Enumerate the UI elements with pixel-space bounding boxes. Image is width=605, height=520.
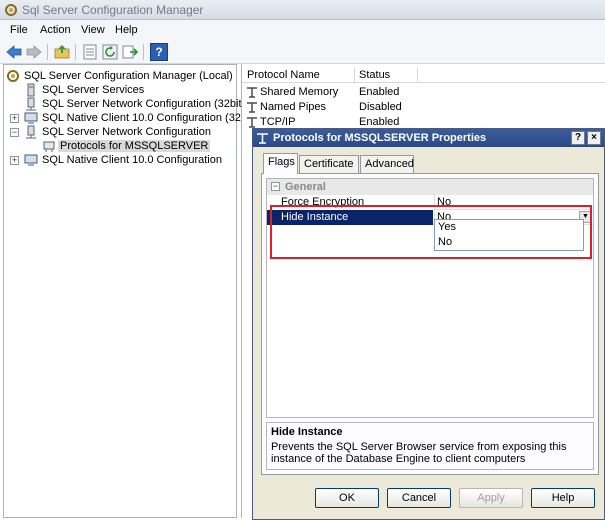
window-title: Sql Server Configuration Manager <box>22 3 204 17</box>
category-label: General <box>285 181 326 193</box>
protocol-name: Named Pipes <box>260 101 327 113</box>
dialog-close-button[interactable]: × <box>587 131 601 145</box>
menu-action[interactable]: Action <box>40 24 71 36</box>
tree-item-label: SQL Native Client 10.0 Configuration <box>42 154 222 166</box>
list-item[interactable]: Shared Memory Enabled <box>242 84 605 100</box>
properties-dialog: Protocols for MSSQLSERVER Properties ? ×… <box>252 128 605 520</box>
toolbar-separator <box>143 44 144 60</box>
sql-config-manager-icon <box>5 4 17 16</box>
ok-button[interactable]: OK <box>315 488 379 508</box>
client-icon <box>24 154 38 166</box>
tree-item-label: SQL Native Client 10.0 Configuration (32… <box>42 112 257 124</box>
protocol-icon <box>247 102 257 113</box>
protocol-status: Disabled <box>359 101 402 113</box>
tree-root-label: SQL Server Configuration Manager (Local) <box>24 70 233 82</box>
tab-certificate[interactable]: Certificate <box>299 155 359 173</box>
dialog-title: Protocols for MSSQLSERVER Properties <box>273 132 487 144</box>
forward-icon[interactable] <box>25 43 43 61</box>
menu-bar: File Action View Help <box>0 20 605 40</box>
apply-button[interactable]: Apply <box>459 488 523 508</box>
expand-toggle[interactable]: + <box>10 114 19 123</box>
annotation-highlight <box>270 205 592 259</box>
dialog-title-bar[interactable]: Protocols for MSSQLSERVER Properties ? × <box>253 129 604 147</box>
tree-item-label: Protocols for MSSQLSERVER <box>58 140 211 152</box>
toolbar-separator <box>75 44 76 60</box>
menu-file[interactable]: File <box>10 24 28 36</box>
column-protocol-name[interactable]: Protocol Name <box>247 69 320 81</box>
network-icon <box>26 97 36 111</box>
protocol-icon <box>247 117 257 128</box>
column-separator[interactable] <box>417 67 418 83</box>
collapse-toggle[interactable]: − <box>271 182 280 191</box>
tree-item-label: SQL Server Network Configuration <box>42 126 211 138</box>
tree-item-label: SQL Server Network Configuration (32bit) <box>42 98 246 110</box>
description-heading: Hide Instance <box>271 426 343 438</box>
protocol-name: Shared Memory <box>260 86 339 98</box>
protocol-icon <box>43 141 55 152</box>
tree-item-label: SQL Server Services <box>42 84 145 96</box>
server-icon <box>27 83 35 97</box>
cancel-button[interactable]: Cancel <box>387 488 451 508</box>
toolbar-separator <box>47 44 48 60</box>
back-icon[interactable] <box>5 43 23 61</box>
protocol-status: Enabled <box>359 86 400 98</box>
protocol-status: Enabled <box>359 116 400 128</box>
tree-pane: SQL Server Configuration Manager (Local)… <box>3 64 256 518</box>
protocol-icon <box>247 87 257 98</box>
protocol-icon <box>257 133 268 144</box>
client-icon <box>24 112 38 124</box>
title-bar: Sql Server Configuration Manager <box>0 0 605 20</box>
description-panel: Hide Instance Prevents the SQL Server Br… <box>266 422 594 470</box>
list-item[interactable]: Named Pipes Disabled <box>242 99 605 115</box>
list-header: Protocol Name Status <box>242 67 605 83</box>
up-folder-icon[interactable] <box>53 43 71 61</box>
category-general[interactable]: − General <box>267 179 593 195</box>
column-separator[interactable] <box>354 67 355 83</box>
help-icon[interactable]: ? <box>150 43 168 61</box>
network-icon <box>26 125 36 139</box>
refresh-icon[interactable] <box>101 43 119 61</box>
protocol-name: TCP/IP <box>260 116 296 128</box>
properties-icon[interactable] <box>81 43 99 61</box>
tab-advanced[interactable]: Advanced <box>360 155 414 173</box>
toolbar: ? <box>0 40 605 64</box>
column-status[interactable]: Status <box>359 69 390 81</box>
help-button[interactable]: Help <box>531 488 595 508</box>
dialog-help-button[interactable]: ? <box>571 131 585 145</box>
expand-toggle[interactable]: + <box>10 156 19 165</box>
export-icon[interactable] <box>121 43 139 61</box>
sql-config-manager-icon <box>7 70 19 82</box>
tree-item-native-client[interactable]: + SQL Native Client 10.0 Configuration <box>10 152 234 168</box>
tab-flags[interactable]: Flags <box>263 153 298 174</box>
menu-view[interactable]: View <box>81 24 105 36</box>
collapse-toggle[interactable]: − <box>10 128 19 137</box>
menu-help[interactable]: Help <box>115 24 138 36</box>
description-body: Prevents the SQL Server Browser service … <box>271 441 567 465</box>
